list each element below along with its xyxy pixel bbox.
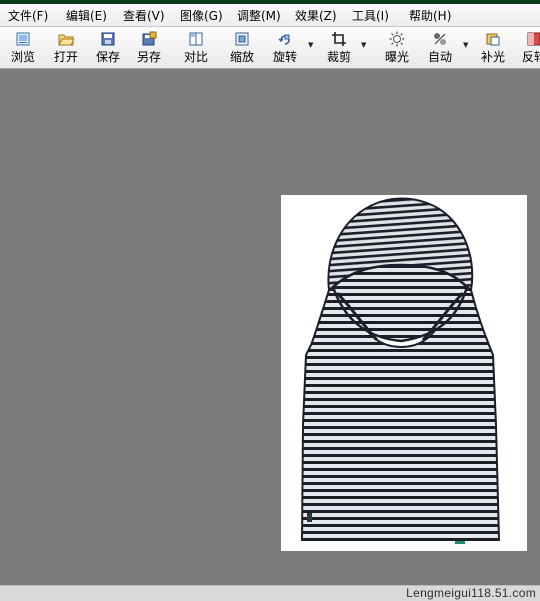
- crop-dropdown-arrow[interactable]: ▼: [361, 41, 366, 49]
- compare-label: 对比: [183, 50, 208, 64]
- toolbar: 浏览 打开 保存 另存 对比 缩放 旋转 ▼ 裁剪 ▼ 曝光 自动 ▼ 补光 反: [0, 27, 540, 69]
- fill-light-button[interactable]: 补光: [471, 29, 515, 65]
- menu-adjust[interactable]: 调整(M): [237, 7, 281, 24]
- zoom-button[interactable]: 缩放: [220, 29, 264, 65]
- rotate-dropdown-arrow[interactable]: ▼: [308, 41, 313, 49]
- status-bar: Lengmeigui118.51.com: [0, 585, 540, 601]
- browse-icon: [16, 32, 30, 46]
- menu-help[interactable]: 帮助(H): [409, 7, 451, 24]
- save-as-button[interactable]: 另存: [127, 29, 171, 65]
- compare-button[interactable]: 对比: [174, 29, 218, 65]
- open-label: 打开: [53, 50, 78, 64]
- striped-hooded-tank-top-photo: [300, 197, 501, 544]
- open-folder-icon: [58, 34, 74, 46]
- auto-icon: [434, 33, 446, 45]
- crop-icon: [332, 32, 346, 46]
- browse-button[interactable]: 浏览: [1, 29, 45, 65]
- crop-button[interactable]: 裁剪: [317, 29, 361, 65]
- watermark-text: Lengmeigui118.51.com: [406, 586, 536, 600]
- crop-label: 裁剪: [326, 50, 351, 64]
- zoom-label: 缩放: [229, 50, 254, 64]
- photo-frame: [281, 195, 527, 551]
- exposure-button[interactable]: 曝光: [375, 29, 419, 65]
- save-icon: [101, 32, 115, 46]
- auto-button[interactable]: 自动: [418, 29, 462, 65]
- invert-button[interactable]: 反转: [512, 29, 540, 65]
- save-as-label: 另存: [136, 50, 161, 64]
- rotate-label: 旋转: [272, 50, 297, 64]
- rotate-button[interactable]: 旋转: [263, 29, 307, 65]
- menu-image[interactable]: 图像(G): [180, 7, 223, 24]
- exposure-label: 曝光: [384, 50, 409, 64]
- menu-effects[interactable]: 效果(Z): [295, 7, 337, 24]
- auto-label: 自动: [427, 50, 452, 64]
- image-canvas[interactable]: [0, 69, 540, 585]
- open-button[interactable]: 打开: [44, 29, 88, 65]
- browse-label: 浏览: [10, 50, 35, 64]
- invert-icon: [527, 32, 540, 46]
- auto-dropdown-arrow[interactable]: ▼: [463, 41, 468, 49]
- zoom-icon: [235, 32, 249, 46]
- exposure-icon: [389, 31, 405, 47]
- menu-bar: 文件(F) 编辑(E) 查看(V) 图像(G) 调整(M) 效果(Z) 工具(I…: [0, 4, 540, 27]
- invert-label: 反转: [521, 50, 540, 64]
- menu-tools[interactable]: 工具(I): [352, 7, 389, 24]
- compare-icon: [189, 32, 203, 46]
- save-label: 保存: [95, 50, 120, 64]
- menu-edit[interactable]: 编辑(E): [66, 7, 107, 24]
- menu-view[interactable]: 查看(V): [123, 7, 165, 24]
- fill-light-label: 补光: [480, 50, 505, 64]
- fill-light-icon: [486, 33, 500, 46]
- rotate-icon: [278, 34, 290, 45]
- save-as-icon: [142, 31, 157, 46]
- save-button[interactable]: 保存: [86, 29, 130, 65]
- menu-file[interactable]: 文件(F): [8, 7, 48, 24]
